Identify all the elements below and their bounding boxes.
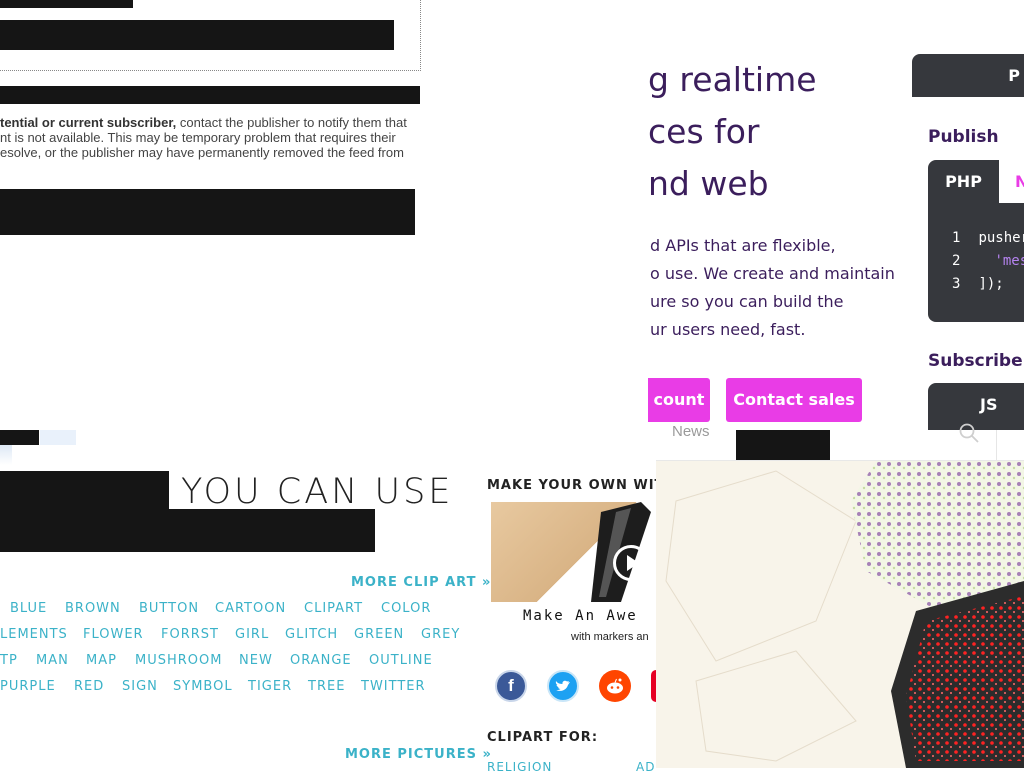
warning-line-2: nt is not available. This may be tempora…: [0, 130, 396, 145]
tab-js-label: JS: [980, 395, 998, 414]
tag-link[interactable]: ORANGE: [290, 653, 352, 668]
tab-node[interactable]: N: [999, 160, 1024, 203]
tag-link[interactable]: BLUE: [10, 601, 47, 616]
hero-line-2: ces for: [648, 112, 760, 151]
contact-sales-button[interactable]: Contact sales: [726, 378, 862, 422]
video-thumbnail[interactable]: Make An Awe with markers an: [491, 502, 656, 647]
tag-link[interactable]: COLOR: [381, 601, 431, 616]
code-line-2: 2 'mes: [952, 253, 1024, 269]
redacted-block: [0, 430, 39, 445]
tag-link[interactable]: GREEN: [354, 627, 404, 642]
tag-link[interactable]: GREY: [421, 627, 460, 642]
tag-link[interactable]: OUTLINE: [369, 653, 433, 668]
hero-desc-2: o use. We create and maintain: [650, 264, 895, 283]
more-clip-art-link[interactable]: MORE CLIP ART »: [351, 575, 491, 590]
hero-desc-1: d APIs that are flexible,: [650, 236, 836, 255]
top-tab-label: P: [1008, 66, 1020, 85]
tag-link[interactable]: TP: [0, 653, 18, 668]
publish-heading: Publish: [928, 127, 999, 147]
tag-link[interactable]: BUTTON: [139, 601, 199, 616]
top-tab[interactable]: P: [912, 54, 1024, 97]
code-line-1: 1 pusher: [952, 230, 1024, 246]
redacted-block: [0, 509, 375, 552]
clipart-for-heading: CLIPART FOR:: [487, 730, 599, 745]
hero-line-1: g realtime: [648, 60, 817, 99]
tag-link[interactable]: LEMENTS: [0, 627, 68, 642]
clipart-for-item[interactable]: RELIGION: [487, 760, 552, 774]
feed-warning-text: tential or current subscriber, contact t…: [0, 115, 420, 160]
more-pictures-link[interactable]: MORE PICTURES »: [345, 747, 492, 762]
tag-link[interactable]: FORRST: [161, 627, 219, 642]
tag-link[interactable]: CLIPART: [304, 601, 363, 616]
tag-link[interactable]: SIGN: [122, 679, 158, 694]
tag-link[interactable]: PURPLE: [0, 679, 56, 694]
image-fragment: [40, 430, 76, 445]
nav-news-link[interactable]: News: [672, 423, 710, 440]
video-subtitle: with markers an: [571, 631, 649, 643]
redacted-block: [0, 20, 394, 50]
tag-link[interactable]: TWITTER: [361, 679, 426, 694]
hero-desc-3: ure so you can build the: [650, 292, 844, 311]
play-icon[interactable]: [613, 545, 649, 581]
redacted-block: [0, 471, 169, 509]
video-title: Make An Awe: [523, 608, 638, 624]
reddit-icon[interactable]: [599, 670, 631, 702]
line-number: 1: [952, 230, 961, 246]
search-icon[interactable]: [958, 422, 980, 444]
map-image: [656, 461, 1024, 768]
tag-link[interactable]: MUSHROOM: [135, 653, 222, 668]
tab-php[interactable]: PHP: [928, 160, 999, 203]
twitter-icon[interactable]: [547, 670, 579, 702]
warning-rest: contact the publisher to notify them tha…: [176, 115, 407, 130]
line-number: 3: [952, 276, 961, 292]
tag-link[interactable]: SYMBOL: [173, 679, 233, 694]
get-account-button[interactable]: count: [648, 378, 710, 422]
tag-link[interactable]: RED: [74, 679, 104, 694]
section-heading: YOU CAN USE: [181, 472, 454, 512]
warning-bold: tential or current subscriber,: [0, 115, 177, 130]
code-text: pusher: [978, 230, 1024, 246]
code-line-3: 3]);: [952, 276, 1004, 292]
tag-link[interactable]: MAP: [86, 653, 117, 668]
clipart-for-item[interactable]: AD: [636, 760, 655, 774]
code-text: 'mes: [994, 253, 1024, 269]
tag-link[interactable]: TREE: [308, 679, 345, 694]
warning-line-3: esolve, or the publisher may have perman…: [0, 145, 404, 160]
image-fragment: [0, 445, 12, 465]
tag-link[interactable]: GLITCH: [285, 627, 338, 642]
tag-link[interactable]: GIRL: [235, 627, 269, 642]
make-your-own-heading: MAKE YOUR OWN WITH: [487, 478, 677, 493]
code-text: ]);: [978, 276, 1004, 292]
line-number: 2: [952, 253, 961, 269]
hero-line-3: nd web: [648, 164, 769, 203]
tag-link[interactable]: FLOWER: [83, 627, 144, 642]
tag-link[interactable]: MAN: [36, 653, 69, 668]
hero-desc-4: ur users need, fast.: [650, 320, 806, 339]
tag-link[interactable]: NEW: [239, 653, 273, 668]
nav-divider: [996, 430, 997, 462]
tag-link[interactable]: BROWN: [65, 601, 121, 616]
tag-link[interactable]: TIGER: [248, 679, 292, 694]
tag-link[interactable]: CARTOON: [215, 601, 286, 616]
subscribe-heading: Subscribe: [928, 351, 1023, 371]
facebook-icon[interactable]: f: [495, 670, 527, 702]
redacted-block: [736, 430, 830, 460]
redacted-block: [0, 189, 415, 235]
redacted-bar: [0, 86, 420, 104]
